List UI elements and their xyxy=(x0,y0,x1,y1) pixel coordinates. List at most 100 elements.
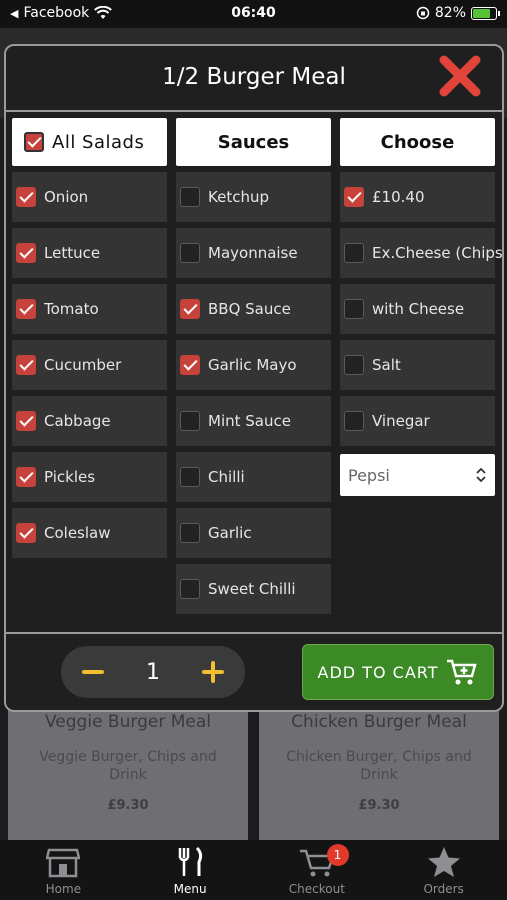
checkbox[interactable] xyxy=(16,523,36,543)
sauces-column: Sauces Ketchup Mayonnaise BBQ Sauce Garlic … xyxy=(176,118,331,614)
checkbox[interactable] xyxy=(180,411,200,431)
salads-header-label: All Salads xyxy=(52,131,145,153)
add-to-cart-label: ADD TO CART xyxy=(317,662,439,682)
checkbox[interactable] xyxy=(16,299,36,319)
choice-option[interactable]: £10.40 xyxy=(340,172,495,222)
choose-header: Choose xyxy=(340,118,495,166)
cart-count-badge: 1 xyxy=(326,844,349,866)
option-label: Ketchup xyxy=(208,188,269,206)
salad-option[interactable]: Coleslaw xyxy=(12,508,167,558)
cart-add-icon xyxy=(447,659,478,685)
quantity-value: 1 xyxy=(146,659,160,685)
salads-column: All Salads Onion Lettuce Tomato Cucumber Cab… xyxy=(12,118,167,558)
checkbox[interactable] xyxy=(180,355,200,375)
all-salads-checkbox[interactable] xyxy=(24,132,44,152)
option-label: Tomato xyxy=(44,300,99,318)
star-icon xyxy=(427,847,460,877)
choice-option[interactable]: with Cheese xyxy=(340,284,495,334)
option-label: Mayonnaise xyxy=(208,244,298,262)
option-label: Vinegar xyxy=(372,412,430,430)
sauces-header: Sauces xyxy=(176,118,331,166)
checkbox[interactable] xyxy=(16,243,36,263)
option-label: £10.40 xyxy=(372,188,425,206)
sauce-option[interactable]: Garlic Mayo xyxy=(176,340,331,390)
all-salads-toggle[interactable]: All Salads xyxy=(12,118,167,166)
battery-percent: 82% xyxy=(434,5,466,21)
checkbox[interactable] xyxy=(16,467,36,487)
close-button[interactable] xyxy=(436,52,484,100)
tab-orders[interactable]: Orders xyxy=(380,840,507,900)
tab-label: Orders xyxy=(423,882,464,896)
quantity-stepper: 1 xyxy=(61,646,245,698)
item-options-modal: 1/2 Burger Meal All Salads Onion Lettuce T… xyxy=(4,44,504,712)
select-arrows-icon xyxy=(476,467,486,483)
option-label: Garlic Mayo xyxy=(208,356,297,374)
sauce-option[interactable]: Mint Sauce xyxy=(176,396,331,446)
checkbox[interactable] xyxy=(344,187,364,207)
checkbox[interactable] xyxy=(16,355,36,375)
sauce-option[interactable]: Sweet Chilli xyxy=(176,564,331,614)
tab-menu[interactable]: Menu xyxy=(127,840,254,900)
menu-card[interactable]: Veggie Burger Meal Veggie Burger, Chips … xyxy=(8,700,248,840)
drink-select[interactable]: Pepsi xyxy=(340,454,495,496)
checkbox[interactable] xyxy=(16,187,36,207)
choice-option[interactable]: Salt xyxy=(340,340,495,390)
salad-option[interactable]: Tomato xyxy=(12,284,167,334)
option-label: Cabbage xyxy=(44,412,111,430)
drink-select-value: Pepsi xyxy=(348,465,390,485)
option-label: Salt xyxy=(372,356,401,374)
increase-quantity-button[interactable] xyxy=(202,661,224,683)
decrease-quantity-button[interactable] xyxy=(82,670,104,674)
checkbox[interactable] xyxy=(180,243,200,263)
checkbox[interactable] xyxy=(180,579,200,599)
menu-card-description: Chicken Burger, Chips and Drink xyxy=(286,749,472,783)
menu-card-price: £9.30 xyxy=(358,798,400,813)
option-label: with Cheese xyxy=(372,300,465,318)
tab-label: Home xyxy=(45,882,82,896)
salad-option[interactable]: Cabbage xyxy=(12,396,167,446)
choice-option[interactable]: Ex.Cheese (Chips) xyxy=(340,228,502,278)
option-label: Onion xyxy=(44,188,89,206)
menu-card-description: Veggie Burger, Chips and Drink xyxy=(39,749,217,783)
tab-label: Checkout xyxy=(288,882,345,896)
checkbox[interactable] xyxy=(180,523,200,543)
checkbox[interactable] xyxy=(344,411,364,431)
option-label: BBQ Sauce xyxy=(208,300,291,318)
option-label: Mint Sauce xyxy=(208,412,291,430)
option-label: Coleslaw xyxy=(44,524,111,542)
menu-card-title: Veggie Burger Meal xyxy=(45,712,211,732)
close-icon xyxy=(439,55,481,97)
add-to-cart-button[interactable]: ADD TO CART xyxy=(302,644,494,700)
tab-checkout[interactable]: 1 Checkout xyxy=(254,840,381,900)
menu-card[interactable]: Chicken Burger Meal Chicken Burger, Chip… xyxy=(259,700,499,840)
divider xyxy=(6,632,502,634)
salad-option[interactable]: Pickles xyxy=(12,452,167,502)
checkbox[interactable] xyxy=(344,243,364,263)
checkbox[interactable] xyxy=(16,411,36,431)
status-bar: ◀ Facebook 06:40 82% xyxy=(0,0,507,28)
store-icon xyxy=(46,848,81,878)
salad-option[interactable]: Lettuce xyxy=(12,228,167,278)
choice-option[interactable]: Vinegar xyxy=(340,396,495,446)
modal-title: 1/2 Burger Meal xyxy=(162,64,346,90)
checkbox[interactable] xyxy=(180,299,200,319)
sauce-option[interactable]: Ketchup xyxy=(176,172,331,222)
sauce-option[interactable]: Chilli xyxy=(176,452,331,502)
option-label: Chilli xyxy=(208,468,245,486)
battery-icon xyxy=(471,6,500,20)
checkbox[interactable] xyxy=(344,355,364,375)
option-label: Lettuce xyxy=(44,244,101,262)
option-label: Garlic xyxy=(208,524,252,542)
option-label: Ex.Cheese (Chips) xyxy=(372,244,504,262)
salad-option[interactable]: Cucumber xyxy=(12,340,167,390)
checkbox[interactable] xyxy=(180,467,200,487)
salad-option[interactable]: Onion xyxy=(12,172,167,222)
tab-home[interactable]: Home xyxy=(0,840,127,900)
sauce-option[interactable]: Mayonnaise xyxy=(176,228,331,278)
sauce-option[interactable]: BBQ Sauce xyxy=(176,284,331,334)
menu-card-price: £9.30 xyxy=(107,798,149,813)
choose-header-label: Choose xyxy=(380,131,455,153)
sauce-option[interactable]: Garlic xyxy=(176,508,331,558)
checkbox[interactable] xyxy=(180,187,200,207)
checkbox[interactable] xyxy=(344,299,364,319)
